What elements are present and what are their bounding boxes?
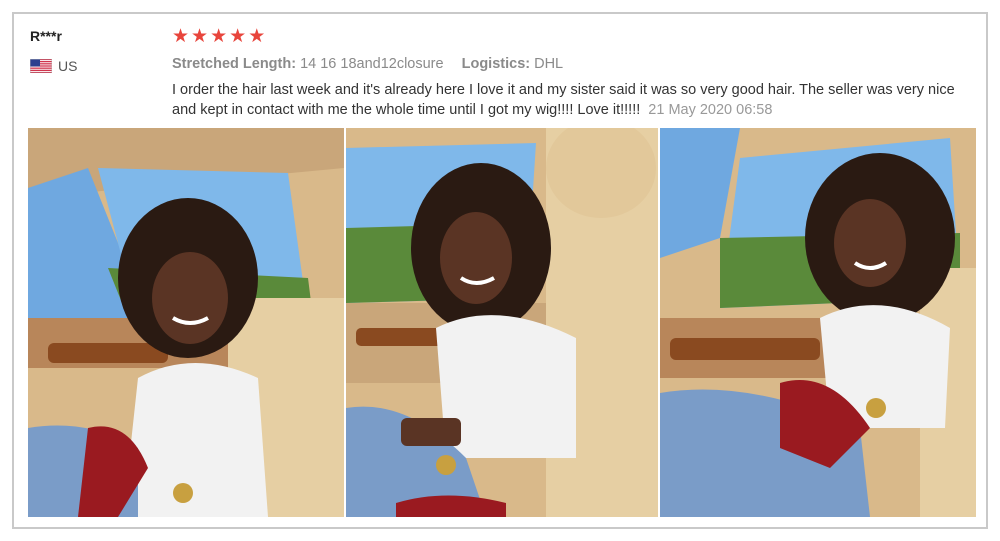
- review-photo-3[interactable]: [660, 128, 976, 517]
- star-icon: ★: [229, 26, 247, 47]
- review-photo-1[interactable]: [28, 128, 344, 517]
- review-card: R***r US ★ ★ ★ ★ ★ Stretched Length: 14 …: [12, 12, 988, 529]
- attribute-value: 14 16 18and12closure: [300, 56, 444, 72]
- attribute-label: Stretched Length:: [172, 56, 297, 72]
- review-photos: [28, 128, 976, 517]
- review-text: I order the hair last week and it's alre…: [172, 82, 955, 118]
- reviewer-country: US: [30, 58, 160, 74]
- review-main: ★ ★ ★ ★ ★ Stretched Length: 14 16 18and12…: [172, 26, 972, 120]
- star-icon: ★: [210, 26, 228, 47]
- attribute-value: DHL: [534, 56, 564, 72]
- star-icon: ★: [248, 26, 266, 47]
- attribute-label: Logistics:: [461, 56, 531, 72]
- country-code: US: [58, 58, 78, 74]
- order-attributes: Stretched Length: 14 16 18and12closure Lo…: [172, 56, 972, 72]
- reviewer-name: R***r: [30, 28, 62, 44]
- star-rating: ★ ★ ★ ★ ★: [172, 26, 972, 48]
- review-body: I order the hair last week and it's alre…: [172, 80, 972, 120]
- reviewer-info: R***r US: [30, 28, 160, 74]
- review-date: 21 May 2020 06:58: [648, 102, 773, 118]
- us-flag-icon: [30, 59, 53, 74]
- star-icon: ★: [191, 26, 209, 47]
- star-icon: ★: [172, 26, 190, 47]
- review-photo-2[interactable]: [346, 128, 658, 517]
